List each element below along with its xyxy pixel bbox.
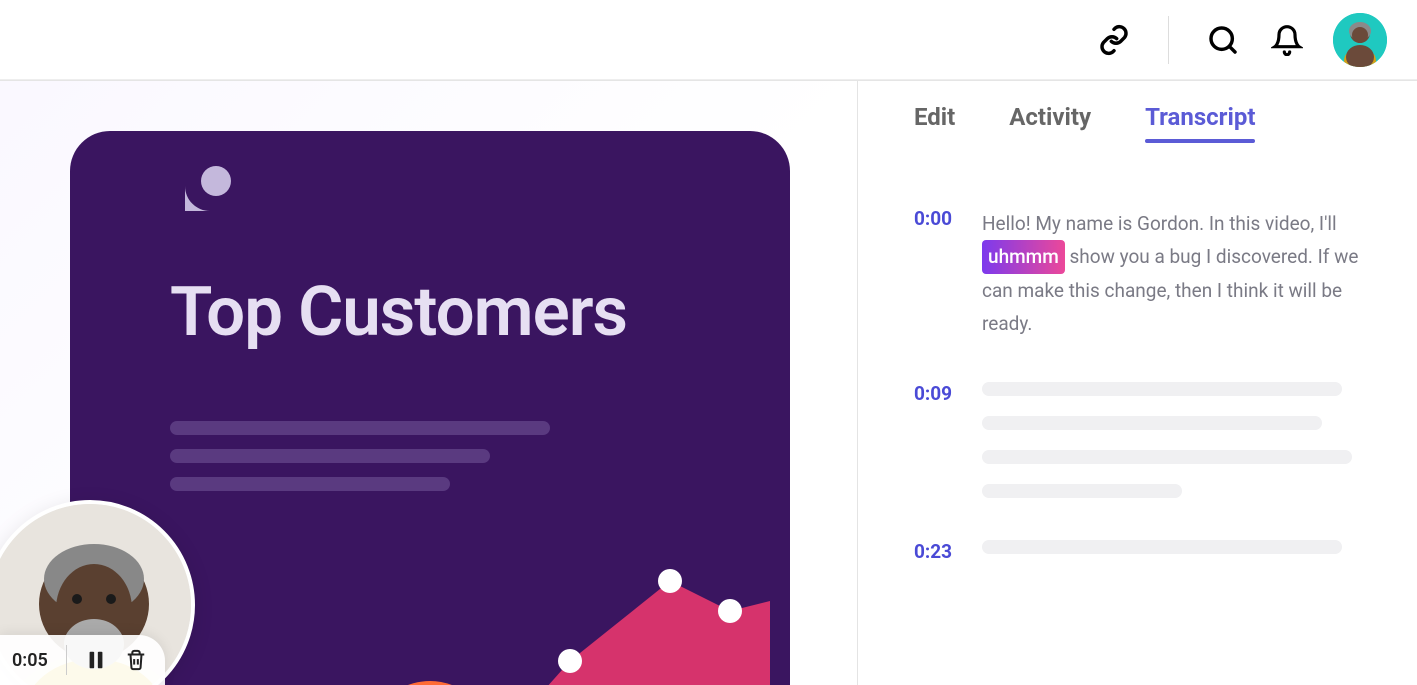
- timestamp: 0:00: [914, 207, 964, 340]
- side-panel: Edit Activity Transcript 0:00 Hello! My …: [857, 81, 1417, 685]
- transcript-segment[interactable]: 0:00 Hello! My name is Gordon. In this v…: [914, 207, 1369, 340]
- tabs: Edit Activity Transcript: [914, 103, 1369, 139]
- transcript-placeholder: [982, 382, 1369, 498]
- video-controls: 0:05: [0, 635, 165, 685]
- transcript-placeholder: [982, 540, 1369, 563]
- delete-button[interactable]: [125, 649, 147, 671]
- link-icon[interactable]: [1096, 22, 1132, 58]
- bell-icon[interactable]: [1269, 22, 1305, 58]
- tab-edit[interactable]: Edit: [914, 103, 955, 139]
- search-icon[interactable]: [1205, 22, 1241, 58]
- tab-transcript[interactable]: Transcript: [1145, 103, 1255, 139]
- divider: [1168, 16, 1169, 64]
- transcript-segment[interactable]: 0:23: [914, 540, 1369, 563]
- transcript-text: Hello! My name is Gordon. In this video,…: [982, 207, 1369, 340]
- slide-chart: [170, 541, 770, 685]
- tab-activity[interactable]: Activity: [1009, 103, 1091, 139]
- pause-button[interactable]: [85, 649, 107, 671]
- slide-decorative-bars: [170, 421, 550, 505]
- timestamp: 0:23: [914, 540, 964, 563]
- transcript-segment[interactable]: 0:09: [914, 382, 1369, 498]
- video-time: 0:05: [12, 650, 48, 671]
- filler-highlight[interactable]: uhmmm: [982, 240, 1065, 273]
- timestamp: 0:09: [914, 382, 964, 498]
- divider: [66, 645, 67, 675]
- main-content: Top Customers: [0, 80, 1417, 685]
- avatar[interactable]: [1333, 13, 1387, 67]
- video-pane: Top Customers: [0, 81, 857, 685]
- slide-logo-icon: [170, 161, 240, 235]
- topbar: [0, 0, 1417, 80]
- slide-title: Top Customers: [170, 271, 627, 352]
